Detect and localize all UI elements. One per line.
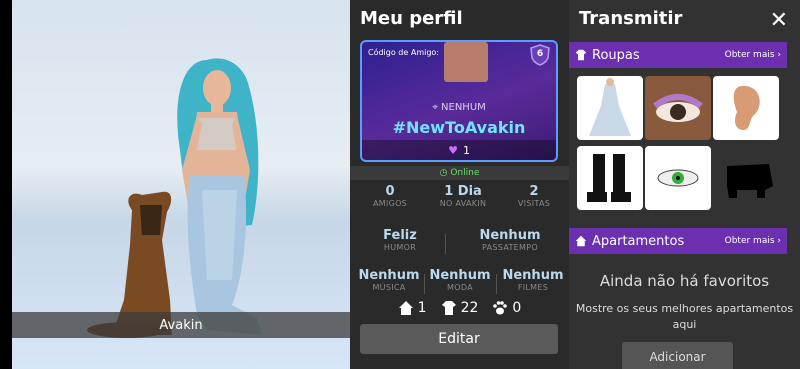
films: Nenhum FILMES	[498, 268, 568, 292]
clothes-title-text: Roupas	[592, 47, 640, 63]
outfits-count: 22	[441, 300, 479, 316]
pets-count: 0	[492, 300, 521, 316]
music-value: Nenhum	[358, 268, 420, 283]
heart-icon: ♥	[448, 143, 458, 157]
stat-label: NO AVAKIN	[439, 199, 487, 208]
clock-icon: ◷	[439, 168, 448, 178]
outfits-value: 22	[460, 300, 479, 316]
fashion: Nenhum MODA	[426, 268, 494, 292]
films-label: FILMES	[517, 283, 549, 292]
clothes-title: Roupas	[575, 48, 640, 63]
ear-thumbnail	[733, 85, 760, 130]
profile-card[interactable]: Código de Amigo: 6 ⌖ NENHUM #NewToAvakin…	[360, 40, 558, 162]
clothing-item-eyes[interactable]	[645, 146, 711, 210]
mood-label: HUMOR	[383, 243, 417, 252]
dress-thumbnail	[589, 78, 631, 136]
eye-makeup-thumbnail	[653, 94, 703, 122]
empty-favorites-title: Ainda não há favoritos	[599, 272, 770, 290]
apartments-title-text: Apartamentos	[592, 233, 685, 249]
close-icon[interactable]: ✕	[770, 8, 788, 33]
friend-code-label: Código de Amigo:	[368, 48, 439, 57]
apartments-get-more-link[interactable]: Obter mais ›	[725, 236, 781, 246]
hobby-value: Nenhum	[479, 228, 541, 243]
get-more-label: Obter mais	[724, 50, 775, 60]
eye-thumbnail	[657, 169, 699, 187]
location-pin-icon: ⌖	[432, 102, 438, 113]
shirt-icon	[575, 49, 587, 61]
stat-value: 0	[385, 184, 395, 199]
stat-value: 2	[529, 184, 539, 199]
stat-visits: 2 VISITAS	[506, 184, 562, 208]
showcase-panel: Transmitir ✕ Roupas Obter mais › Apartam…	[569, 0, 800, 369]
pets-value: 0	[512, 300, 522, 316]
avatar-preview: Avakin	[12, 0, 350, 369]
clothing-item-pet[interactable]	[713, 146, 779, 210]
fashion-label: MODA	[447, 283, 473, 292]
music: Nenhum MÚSICA	[354, 268, 424, 292]
likes-count: 1	[462, 143, 470, 157]
house-icon	[575, 235, 587, 247]
location-text: NENHUM	[441, 102, 486, 113]
stat-value: 1 Dia	[444, 184, 482, 199]
house-icon	[398, 301, 413, 315]
boots-thumbnail	[587, 154, 631, 202]
location: ⌖ NENHUM	[362, 102, 556, 113]
music-label: MÚSICA	[372, 283, 406, 292]
stat-label: AMIGOS	[372, 199, 408, 208]
mood-value: Feliz	[383, 228, 417, 243]
collection-counts: 1 22 0	[350, 300, 569, 316]
profile-panel: Meu perfil Código de Amigo: 6 ⌖ NENHUM #…	[350, 0, 569, 369]
mood: Feliz HUMOR	[360, 228, 440, 252]
clothing-item-dress[interactable]	[577, 76, 643, 140]
hashtag: #NewToAvakin	[392, 118, 526, 137]
add-button[interactable]: Adicionar	[622, 342, 733, 369]
clothing-item-ear[interactable]	[713, 76, 779, 140]
level-value: 6	[536, 49, 544, 59]
page-title: Meu perfil	[360, 8, 463, 29]
status-text: Online	[450, 168, 480, 178]
paw-icon	[493, 301, 508, 315]
clothing-item-boots[interactable]	[577, 146, 643, 210]
stat-days: 1 Dia NO AVAKIN	[430, 184, 496, 208]
divider	[445, 234, 446, 254]
get-more-label: Obter mais	[724, 236, 775, 246]
shirt-icon	[441, 301, 456, 315]
apartments-section-header: Apartamentos Obter mais ›	[569, 228, 787, 254]
likes: ♥ 1	[362, 140, 556, 160]
panel-title: Transmitir	[579, 8, 683, 29]
clothes-section-header: Roupas Obter mais ›	[569, 42, 787, 68]
level-badge: 6	[530, 44, 550, 66]
avatar-name: Avakin	[159, 317, 203, 333]
homes-count: 1	[398, 300, 427, 316]
apartments-title: Apartamentos	[575, 234, 684, 249]
profile-photo[interactable]	[444, 42, 488, 82]
stat-friends[interactable]: 0 AMIGOS	[360, 184, 420, 208]
divider	[496, 274, 497, 294]
homes-value: 1	[417, 300, 427, 316]
clothes-get-more-link[interactable]: Obter mais ›	[725, 50, 781, 60]
hobby: Nenhum PASSATEMPO	[460, 228, 560, 252]
edit-button[interactable]: Editar	[360, 324, 558, 354]
status-badge: ◷ Online	[350, 166, 569, 180]
hobby-label: PASSATEMPO	[482, 243, 538, 252]
empty-favorites-text: Mostre os seus melhores apartamentos aqu…	[575, 302, 794, 331]
divider	[424, 274, 425, 294]
films-value: Nenhum	[502, 268, 564, 283]
stat-label: VISITAS	[517, 199, 551, 208]
clothing-item-eyeshadow[interactable]	[645, 76, 711, 140]
fashion-value: Nenhum	[429, 268, 491, 283]
avatar-name-bar: Avakin	[12, 312, 350, 338]
pet-thumbnail	[727, 164, 773, 198]
